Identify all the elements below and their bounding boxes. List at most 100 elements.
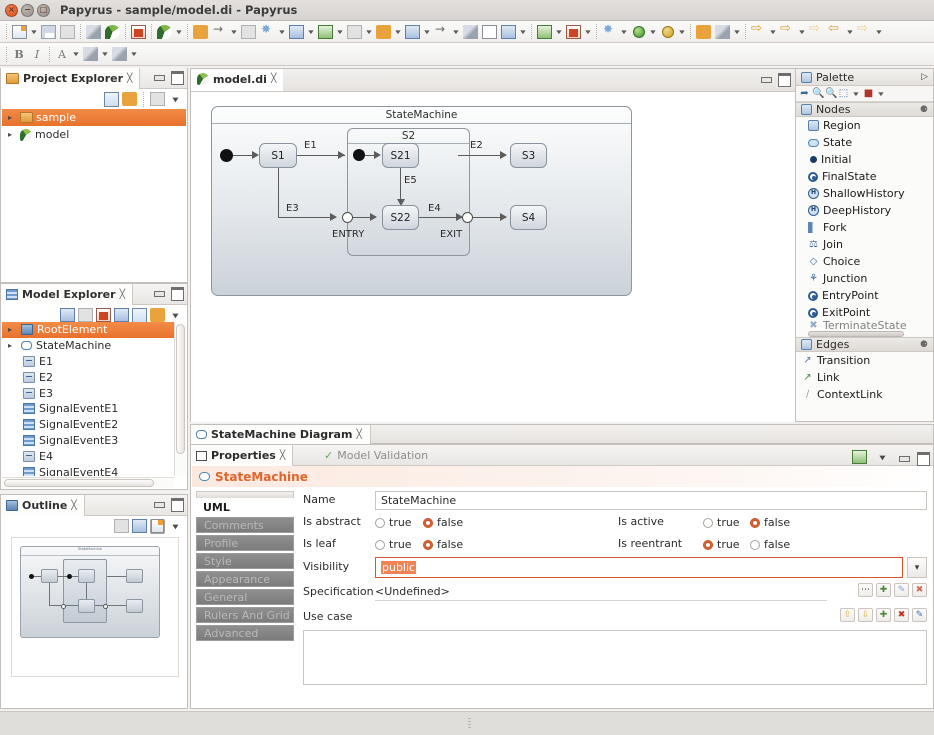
palette-item-state[interactable]: State xyxy=(796,134,933,151)
expand-arrow-icon[interactable]: ▸ xyxy=(8,325,17,334)
model-item-signalevente2[interactable]: SignalEventE2 xyxy=(2,417,174,433)
search-dropdown-arrow[interactable] xyxy=(732,23,742,41)
palette-item-transition[interactable]: ↗ Transition xyxy=(796,352,933,369)
layout-dropdown-arrow[interactable] xyxy=(277,23,287,41)
papyrus-icon[interactable] xyxy=(103,23,122,41)
add-button[interactable]: ✚ xyxy=(876,608,891,622)
run-icon[interactable] xyxy=(629,23,648,41)
palette-item-finalstate[interactable]: FinalState xyxy=(796,168,933,185)
ruler-dropdown-arrow[interactable] xyxy=(518,23,528,41)
zoom-in-icon[interactable]: 🔍 xyxy=(812,88,823,99)
close-icon[interactable]: ╳ xyxy=(356,430,361,440)
arrow-icon[interactable] xyxy=(210,23,229,41)
maximize-view-icon[interactable] xyxy=(917,452,928,463)
next-annotation-dropdown-arrow[interactable] xyxy=(768,23,778,41)
marquee-icon[interactable]: ⬚ xyxy=(838,88,849,99)
forward-icon[interactable] xyxy=(855,23,874,41)
font-color-dropdown-arrow[interactable] xyxy=(71,45,81,63)
model-item-signalevente3[interactable]: SignalEventE3 xyxy=(2,433,174,449)
new-model-icon[interactable] xyxy=(129,23,148,41)
search-icon[interactable] xyxy=(713,23,732,41)
select-tool-icon[interactable]: ➦ xyxy=(799,88,810,99)
fill-bucket-icon[interactable] xyxy=(81,45,100,63)
italic-button[interactable]: I xyxy=(28,45,46,63)
state-s3[interactable]: S3 xyxy=(510,143,547,168)
layout-icon[interactable] xyxy=(258,23,277,41)
side-tab-comments[interactable]: Comments xyxy=(196,517,294,533)
collapse-icon[interactable]: ⚈ xyxy=(920,340,928,350)
papyrus-perspective-icon[interactable] xyxy=(155,23,174,41)
save-all-icon[interactable] xyxy=(58,23,77,41)
model-explorer-horizontal-scrollbar[interactable] xyxy=(2,477,174,488)
is-leaf-false-radio[interactable]: false xyxy=(423,538,463,551)
snap-icon[interactable] xyxy=(461,23,480,41)
back-icon[interactable] xyxy=(826,23,845,41)
text-align-icon[interactable] xyxy=(345,23,364,41)
line-color-icon[interactable] xyxy=(110,45,129,63)
outline-thumbnail[interactable]: StateMachine xyxy=(11,537,179,677)
side-tab-uml[interactable]: UML xyxy=(196,499,294,515)
maximize-view-icon[interactable] xyxy=(171,71,182,82)
edit-button[interactable]: ✎ xyxy=(894,583,909,597)
minimize-view-icon[interactable] xyxy=(153,287,164,298)
resize-grip[interactable] xyxy=(468,718,471,730)
debug-icon[interactable] xyxy=(658,23,677,41)
palette-item-choice[interactable]: ◇ Choice xyxy=(796,253,933,270)
minimize-view-icon[interactable] xyxy=(153,498,164,509)
palette-item-terminatestate[interactable]: ✖ TerminateState xyxy=(796,321,933,330)
zoom-out-icon[interactable]: 🔍 xyxy=(825,88,836,99)
overview-mode-icon[interactable] xyxy=(150,519,165,534)
focus-icon[interactable] xyxy=(150,92,165,107)
save-icon[interactable] xyxy=(39,23,58,41)
line-color-dropdown-arrow[interactable] xyxy=(129,45,139,63)
tab-model-di[interactable]: model.di ╳ xyxy=(191,69,283,91)
delete-button[interactable]: ✖ xyxy=(894,608,909,622)
edit-button[interactable]: ✎ xyxy=(912,608,927,622)
view-menu-icon[interactable] xyxy=(168,519,183,534)
line-style-dropdown-arrow[interactable] xyxy=(422,23,432,41)
move-up-button[interactable]: ⇧ xyxy=(840,608,855,622)
tab-statemachine-diagram[interactable]: StateMachine Diagram ╳ xyxy=(191,425,371,444)
open-type-icon[interactable] xyxy=(535,23,554,41)
side-tab-rulers-and-grid[interactable]: Rulers And Grid xyxy=(196,607,294,623)
edit-pencil-icon[interactable] xyxy=(84,23,103,41)
run-dropdown-arrow[interactable] xyxy=(648,23,658,41)
palette-item-fork[interactable]: Fork xyxy=(796,219,933,236)
resize-icon[interactable] xyxy=(432,23,451,41)
palette-section-nodes[interactable]: Nodes ⚈ xyxy=(796,102,933,117)
palette-item-deephistory[interactable]: H DeepHistory xyxy=(796,202,933,219)
expand-arrow-icon[interactable]: ▸ xyxy=(8,113,17,122)
add-button[interactable]: ✚ xyxy=(876,583,891,597)
model-item-e2[interactable]: E2 xyxy=(2,369,174,385)
link-icon[interactable] xyxy=(114,519,129,534)
palette-item-entrypoint[interactable]: EntryPoint xyxy=(796,287,933,304)
tab-outline[interactable]: Outline ╳ xyxy=(1,495,85,516)
previous-annotation-dropdown-arrow[interactable] xyxy=(797,23,807,41)
format-painter-dropdown-arrow[interactable] xyxy=(876,85,886,103)
build-icon[interactable] xyxy=(600,23,619,41)
state-s22[interactable]: S22 xyxy=(382,205,419,230)
side-tab-advanced[interactable]: Advanced xyxy=(196,625,294,641)
tab-project-explorer[interactable]: Project Explorer ╳ xyxy=(1,68,140,89)
align-dropdown-arrow[interactable] xyxy=(306,23,316,41)
initial-pseudostate[interactable] xyxy=(220,149,233,162)
minimize-icon[interactable]: − xyxy=(21,4,34,17)
new-java-class-dropdown-arrow[interactable] xyxy=(583,23,593,41)
new-java-class-icon[interactable] xyxy=(564,23,583,41)
view-menu-icon[interactable] xyxy=(168,92,183,107)
state-s21[interactable]: S21 xyxy=(382,143,419,168)
fill-color-dropdown-arrow[interactable] xyxy=(393,23,403,41)
is-abstract-true-radio[interactable]: true xyxy=(375,516,412,529)
sort-icon[interactable] xyxy=(114,308,129,323)
last-edit-location-icon[interactable] xyxy=(807,23,826,41)
link-icon[interactable] xyxy=(191,23,210,41)
debug-dropdown-arrow[interactable] xyxy=(677,23,687,41)
previous-annotation-icon[interactable] xyxy=(778,23,797,41)
is-abstract-false-radio[interactable]: false xyxy=(423,516,463,529)
list-icon[interactable] xyxy=(60,308,75,323)
palette-item-shallowhistory[interactable]: H ShallowHistory xyxy=(796,185,933,202)
model-item-e3[interactable]: E3 xyxy=(2,385,174,401)
marquee-dropdown-arrow[interactable] xyxy=(851,85,861,103)
expand-arrow-icon[interactable]: ▸ xyxy=(8,130,17,139)
tree-item-model[interactable]: ▸ model xyxy=(2,126,186,143)
